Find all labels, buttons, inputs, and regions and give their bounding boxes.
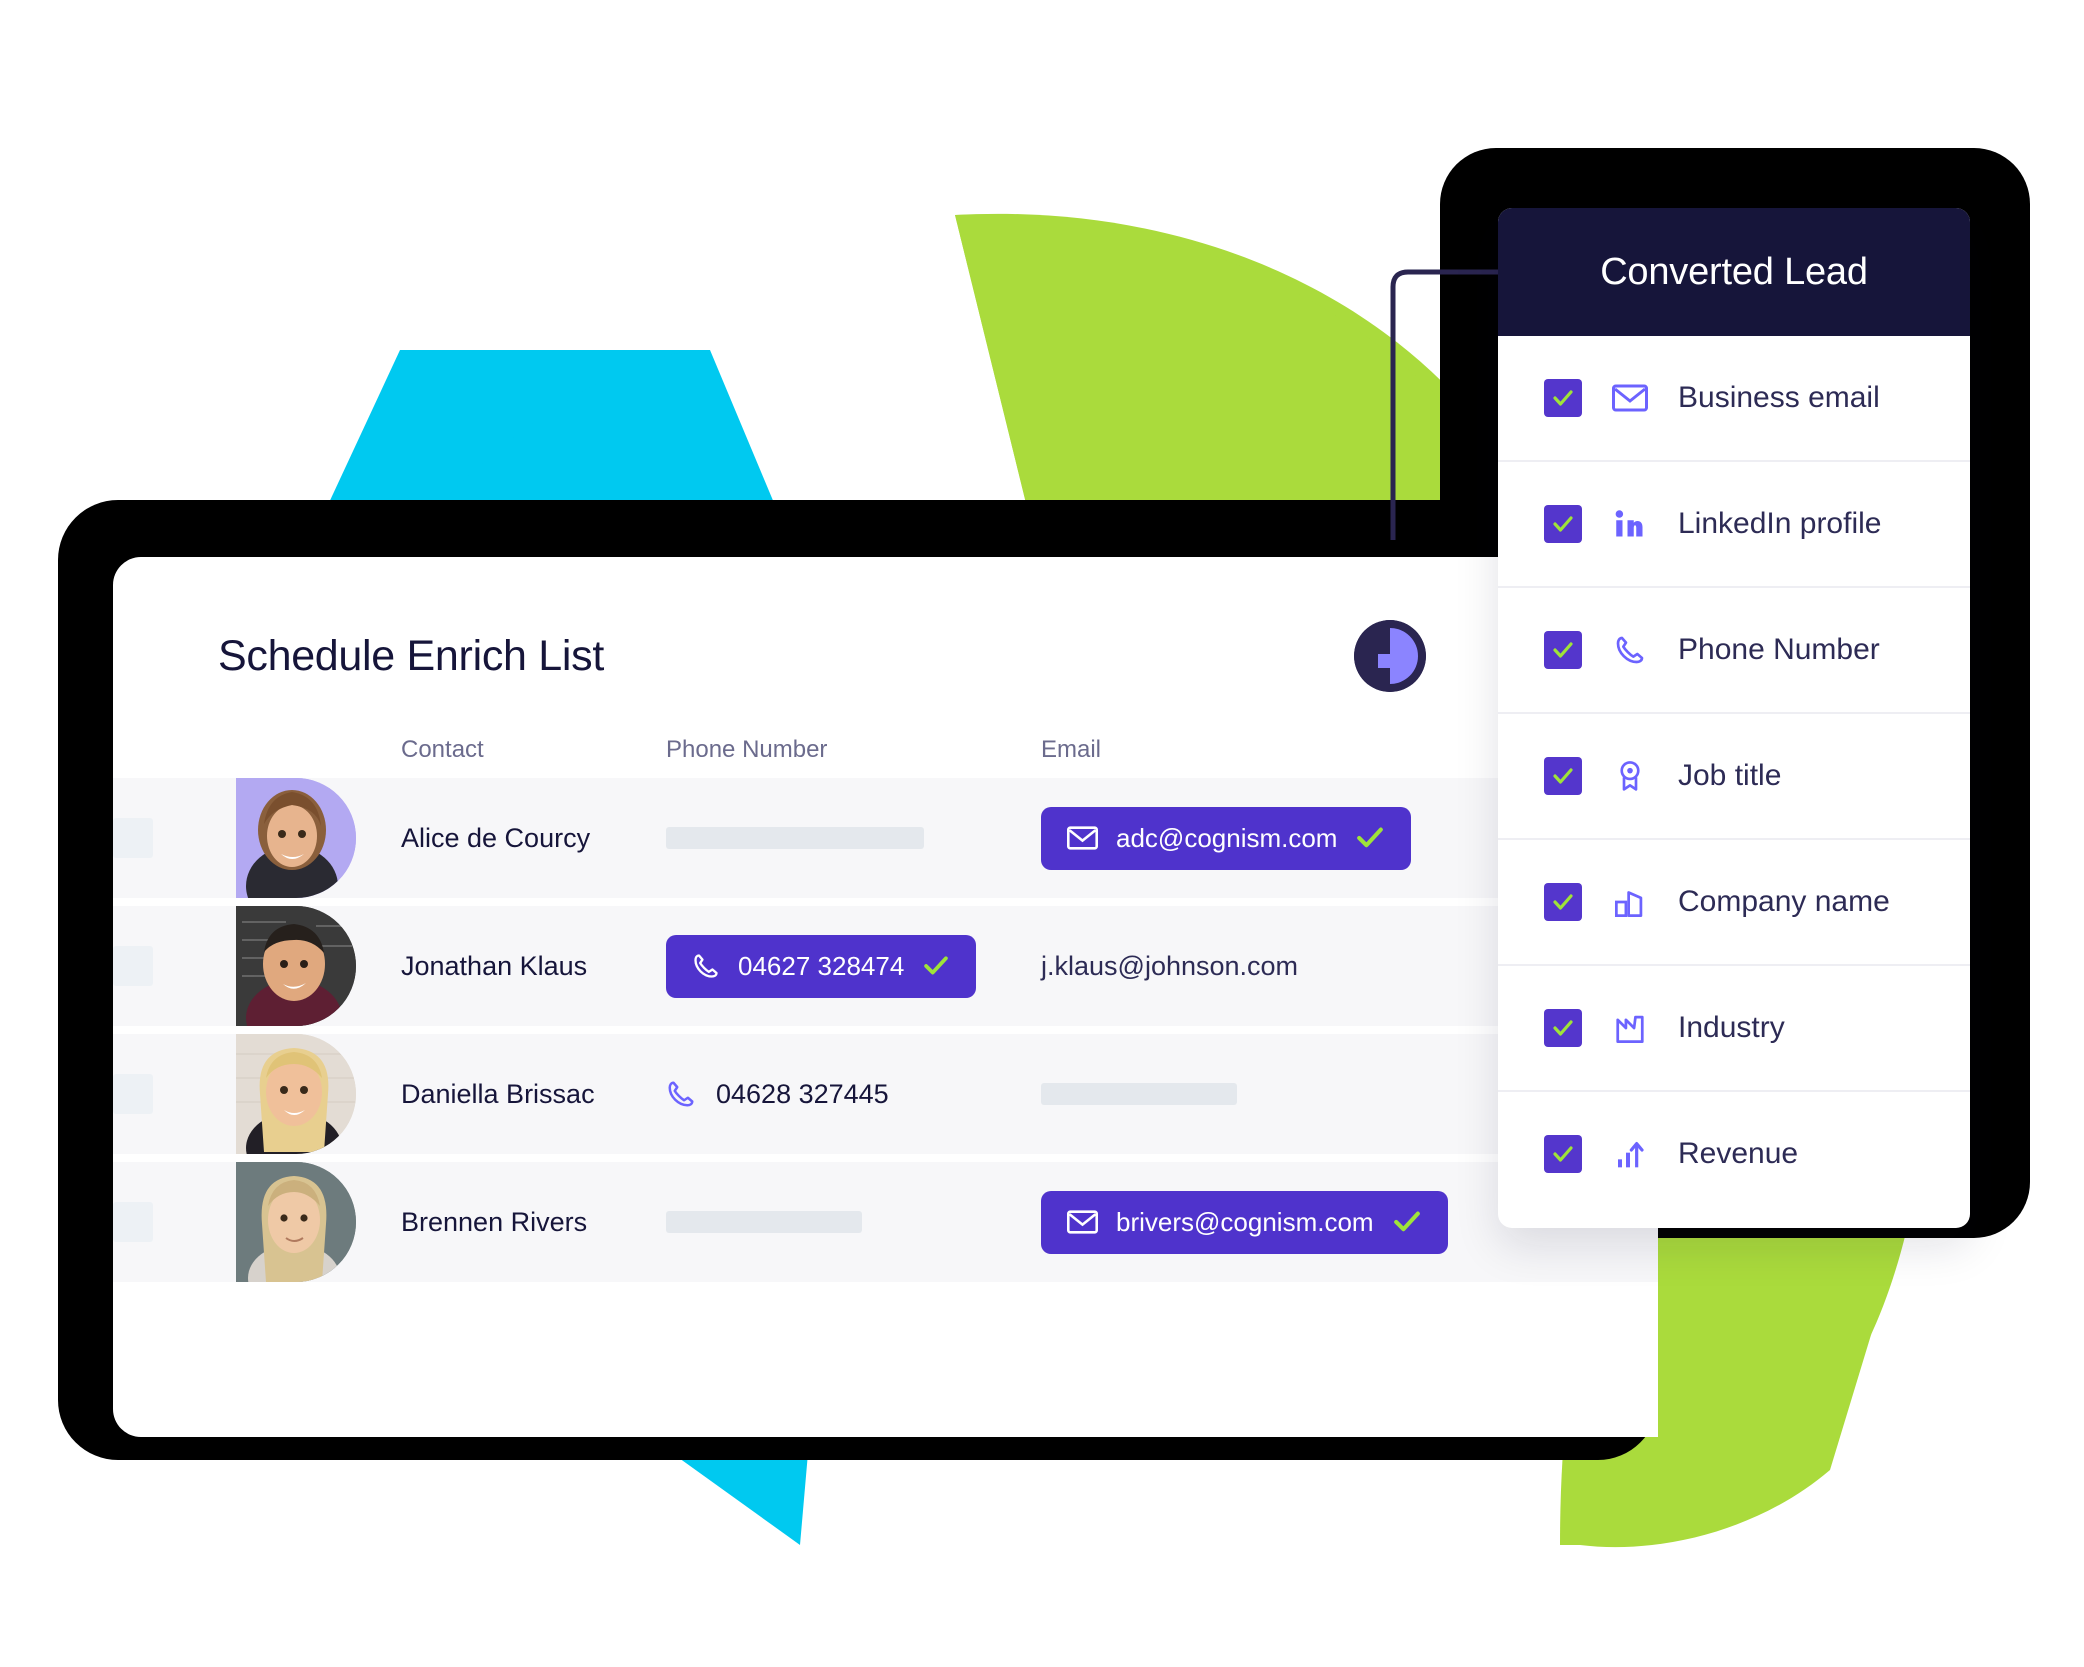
factory-icon xyxy=(1610,1013,1650,1043)
lead-checkbox[interactable] xyxy=(1544,505,1582,543)
avatar-brennen-rivers xyxy=(236,1162,356,1282)
avatar-alice-de-courcy xyxy=(236,778,356,898)
email-text: j.klaus@johnson.com xyxy=(1041,950,1299,981)
lead-item-label: Job title xyxy=(1678,759,1782,792)
verified-check-icon xyxy=(1392,1210,1422,1234)
linkedin-icon xyxy=(1610,509,1650,539)
lead-item-company-name[interactable]: Company name xyxy=(1498,840,1970,966)
verified-check-icon xyxy=(1355,826,1385,850)
email-cell[interactable]: adc@cognism.com xyxy=(1041,806,1511,870)
award-icon xyxy=(1610,760,1650,792)
envelope-icon xyxy=(1067,826,1098,850)
lead-item-label: Phone Number xyxy=(1678,633,1880,666)
lead-checkbox[interactable] xyxy=(1544,631,1582,669)
phone-icon xyxy=(666,1079,696,1109)
table-header-row: Contact Phone Number Email xyxy=(113,722,1658,778)
contacts-table: Contact Phone Number Email Alice de Cour… xyxy=(113,722,1658,1290)
contact-name: Jonathan Klaus xyxy=(401,950,588,981)
phone-pill-button[interactable]: 04627 328474 xyxy=(666,934,977,998)
phone-pill-text: 04627 328474 xyxy=(738,950,905,981)
lead-checkbox[interactable] xyxy=(1544,757,1582,795)
converted-lead-header: Converted Lead xyxy=(1498,208,1970,336)
column-header-contact: Contact xyxy=(401,736,484,763)
phone-cell[interactable]: 04627 328474 xyxy=(666,934,1041,998)
row-checkbox-cell[interactable] xyxy=(113,1074,236,1114)
avatar-cell xyxy=(236,906,391,1026)
lead-item-job-title[interactable]: Job title xyxy=(1498,714,1970,840)
row-checkbox[interactable] xyxy=(113,1074,153,1114)
page-title: Schedule Enrich List xyxy=(218,632,604,680)
converted-lead-list: Business email LinkedIn profile Phone Nu… xyxy=(1498,336,1970,1228)
converted-lead-title: Converted Lead xyxy=(1600,250,1868,293)
lead-item-revenue[interactable]: Revenue xyxy=(1498,1092,1970,1216)
row-checkbox-cell[interactable] xyxy=(113,818,236,858)
table-row[interactable]: Brennen Rivers brivers@cognism.com xyxy=(113,1162,1658,1282)
lead-item-label: Industry xyxy=(1678,1011,1785,1044)
email-pill-button[interactable]: adc@cognism.com xyxy=(1041,806,1412,870)
lead-checkbox[interactable] xyxy=(1544,1135,1582,1173)
lead-checkbox[interactable] xyxy=(1544,883,1582,921)
lead-item-label: LinkedIn profile xyxy=(1678,507,1882,540)
enrich-list-card: Schedule Enrich List Contact Phone Numbe… xyxy=(113,557,1658,1437)
lead-item-industry[interactable]: Industry xyxy=(1498,966,1970,1092)
lead-item-phone-number[interactable]: Phone Number xyxy=(1498,588,1970,714)
lead-checkbox[interactable] xyxy=(1544,1009,1582,1047)
row-checkbox[interactable] xyxy=(113,818,153,858)
phone-placeholder-bar xyxy=(666,827,924,849)
email-pill-text: brivers@cognism.com xyxy=(1116,1206,1374,1237)
contact-name: Alice de Courcy xyxy=(401,822,591,853)
converted-lead-panel: Converted Lead Business email LinkedIn p… xyxy=(1498,208,1970,1228)
row-checkbox[interactable] xyxy=(113,946,153,986)
envelope-icon xyxy=(1067,1210,1098,1234)
lead-checkbox[interactable] xyxy=(1544,379,1582,417)
contact-name: Brennen Rivers xyxy=(401,1206,588,1237)
chart-up-icon xyxy=(1610,1139,1650,1169)
phone-cell xyxy=(666,1211,1041,1233)
lead-item-linkedin-profile[interactable]: LinkedIn profile xyxy=(1498,462,1970,588)
email-cell[interactable]: brivers@cognism.com xyxy=(1041,1190,1511,1254)
phone-text: 04628 327445 xyxy=(716,1078,889,1109)
lead-item-label: Business email xyxy=(1678,381,1880,414)
building-icon xyxy=(1610,887,1650,917)
lead-item-business-email[interactable]: Business email xyxy=(1498,336,1970,462)
phone-cell xyxy=(666,827,1041,849)
avatar-cell xyxy=(236,778,391,898)
row-checkbox[interactable] xyxy=(113,1202,153,1242)
envelope-icon xyxy=(1610,384,1650,412)
row-checkbox-cell[interactable] xyxy=(113,1202,236,1242)
table-row[interactable]: Jonathan Klaus 04627 328474 j.klaus@john… xyxy=(113,906,1658,1026)
email-placeholder-bar xyxy=(1041,1083,1237,1105)
contact-name: Daniella Brissac xyxy=(401,1078,595,1109)
avatar-cell xyxy=(236,1034,391,1154)
table-row[interactable]: Alice de Courcy adc@cognism.com xyxy=(113,778,1658,898)
email-pill-text: adc@cognism.com xyxy=(1116,822,1338,853)
lead-item-label: Company name xyxy=(1678,885,1890,918)
avatar-daniella-brissac xyxy=(236,1034,356,1154)
phone-placeholder-bar xyxy=(666,1211,862,1233)
phone-icon xyxy=(1610,634,1650,666)
table-row[interactable]: Daniella Brissac 04628 327445 xyxy=(113,1034,1658,1154)
phone-icon xyxy=(692,952,720,980)
cognism-logo-badge xyxy=(1354,620,1426,692)
lead-item-label: Revenue xyxy=(1678,1137,1799,1170)
avatar-jonathan-klaus xyxy=(236,906,356,1026)
row-checkbox-cell[interactable] xyxy=(113,946,236,986)
phone-value: 04628 327445 xyxy=(666,1079,1041,1110)
email-pill-button[interactable]: brivers@cognism.com xyxy=(1041,1190,1448,1254)
avatar-cell xyxy=(236,1162,391,1282)
column-header-email: Email xyxy=(1041,736,1102,763)
verified-check-icon xyxy=(922,955,950,977)
email-cell xyxy=(1041,1083,1511,1105)
column-header-phone: Phone Number xyxy=(666,736,828,763)
